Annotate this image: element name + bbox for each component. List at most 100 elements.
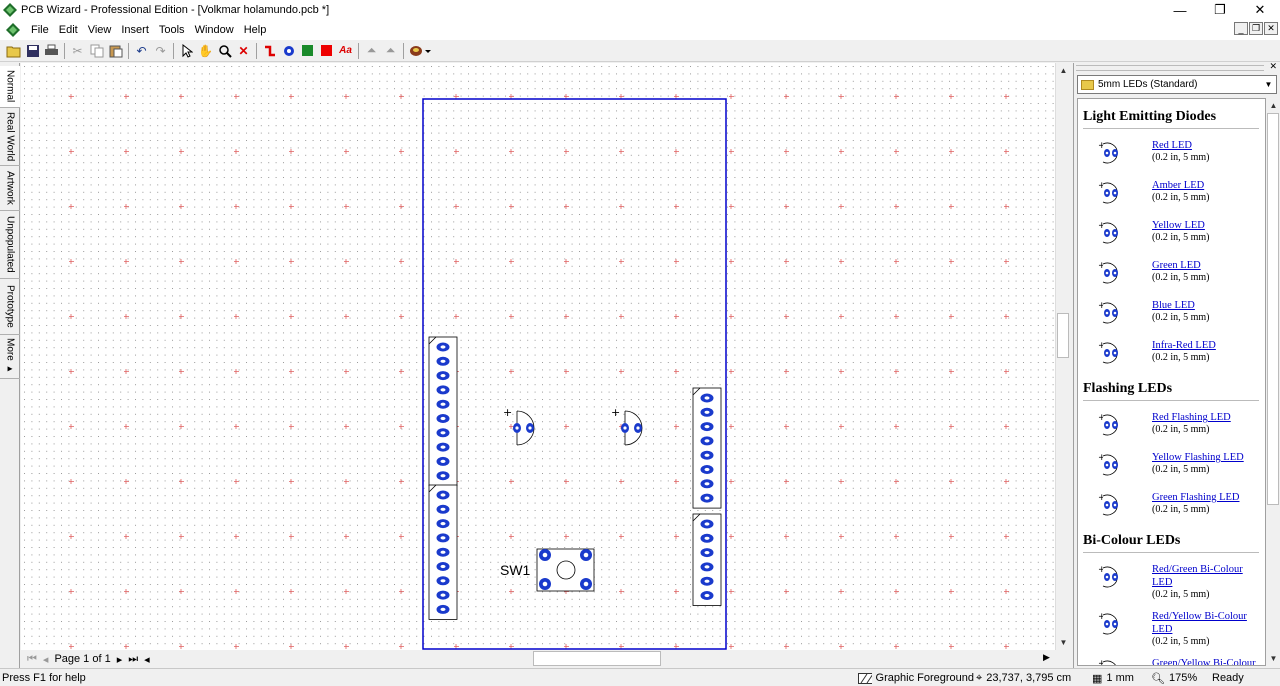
- part-item[interactable]: + Red/Yellow Bi-Colour LED (0.2 in, 5 mm): [1078, 606, 1265, 647]
- header-connector[interactable]: [692, 387, 722, 509]
- menu-window[interactable]: Window: [190, 24, 239, 36]
- save-icon[interactable]: [23, 42, 42, 60]
- scroll-up-icon[interactable]: ▲: [1266, 98, 1280, 113]
- hand-icon[interactable]: ✋: [196, 42, 215, 60]
- part-item[interactable]: + Red LED (0.2 in, 5 mm): [1078, 135, 1265, 175]
- part-link[interactable]: Red Flashing LED: [1152, 411, 1262, 424]
- close-button[interactable]: ✕: [1240, 0, 1280, 20]
- parts-list-scrollbar[interactable]: ▲ ▼: [1266, 98, 1280, 666]
- prev-page-icon[interactable]: ◂: [43, 653, 49, 666]
- led-part-icon[interactable]: +: [1098, 220, 1122, 249]
- header-connector[interactable]: [428, 484, 458, 620]
- menu-view[interactable]: View: [83, 24, 117, 36]
- red-rect-icon[interactable]: [317, 42, 336, 60]
- delete-icon[interactable]: ✕: [234, 42, 253, 60]
- scroll-right-icon[interactable]: ▶: [1043, 652, 1050, 663]
- tab-real-world[interactable]: Real World: [0, 108, 20, 166]
- rotate-icon[interactable]: ⏶: [381, 42, 400, 60]
- library-select[interactable]: 5mm LEDs (Standard) ▼: [1077, 75, 1277, 94]
- part-item[interactable]: + Yellow LED (0.2 in, 5 mm): [1078, 215, 1265, 255]
- menu-file[interactable]: File: [26, 24, 54, 36]
- scroll-down-icon[interactable]: ▼: [1266, 651, 1280, 666]
- part-item[interactable]: + Green/Yellow Bi-Colour: [1078, 653, 1265, 665]
- copy-icon[interactable]: [87, 42, 106, 60]
- menu-insert[interactable]: Insert: [116, 24, 154, 36]
- last-page-icon[interactable]: ⏭: [128, 653, 138, 666]
- zoom-icon[interactable]: [215, 42, 234, 60]
- scroll-down-icon[interactable]: ▼: [1056, 635, 1071, 650]
- undo-icon[interactable]: ↶: [132, 42, 151, 60]
- part-link[interactable]: Amber LED: [1152, 179, 1262, 192]
- minimize-button[interactable]: —: [1160, 0, 1200, 20]
- part-link[interactable]: Infra-Red LED: [1152, 339, 1262, 352]
- canvas-vertical-scrollbar[interactable]: ▲ ▼: [1055, 63, 1070, 650]
- menu-edit[interactable]: Edit: [54, 24, 83, 36]
- part-item[interactable]: + Red/Green Bi-Colour LED (0.2 in, 5 mm): [1078, 559, 1265, 600]
- led-part-icon[interactable]: +: [1098, 340, 1122, 369]
- parts-icon[interactable]: [407, 42, 433, 60]
- pad-icon[interactable]: [279, 42, 298, 60]
- led-part-icon[interactable]: +: [1098, 180, 1122, 209]
- print-icon[interactable]: [42, 42, 61, 60]
- led-part-icon[interactable]: +: [1098, 300, 1122, 329]
- part-link[interactable]: Yellow LED: [1152, 219, 1262, 232]
- switch-sw1[interactable]: [536, 548, 595, 592]
- part-link[interactable]: Red/Yellow Bi-Colour LED: [1152, 610, 1262, 636]
- led-part-icon[interactable]: +: [1098, 452, 1122, 481]
- part-link[interactable]: Yellow Flashing LED: [1152, 451, 1262, 464]
- menu-help[interactable]: Help: [239, 24, 272, 36]
- part-item[interactable]: + Green LED (0.2 in, 5 mm): [1078, 255, 1265, 295]
- tab-prototype[interactable]: Prototype: [0, 279, 20, 335]
- led-part-icon[interactable]: +: [1098, 140, 1122, 169]
- select-icon[interactable]: [177, 42, 196, 60]
- led-part-icon[interactable]: +: [1098, 658, 1122, 665]
- menu-tools[interactable]: Tools: [154, 24, 190, 36]
- led-part-icon[interactable]: +: [1098, 492, 1122, 521]
- track-icon[interactable]: [260, 42, 279, 60]
- scroll-up-icon[interactable]: ▲: [1056, 63, 1071, 78]
- open-icon[interactable]: [4, 42, 23, 60]
- pcb-canvas[interactable]: + + SW1: [21, 63, 1055, 650]
- scroll-thumb[interactable]: [1267, 113, 1279, 505]
- part-item[interactable]: + Yellow Flashing LED (0.2 in, 5 mm): [1078, 447, 1265, 487]
- flip-icon[interactable]: ⏶: [362, 42, 381, 60]
- part-link[interactable]: Red LED: [1152, 139, 1262, 152]
- part-link[interactable]: Green/Yellow Bi-Colour: [1152, 657, 1262, 665]
- header-connector[interactable]: [692, 513, 722, 606]
- mdi-minimize-button[interactable]: _: [1234, 22, 1248, 35]
- redo-icon[interactable]: ↷: [151, 42, 170, 60]
- mdi-restore-button[interactable]: ❐: [1249, 22, 1263, 35]
- part-link[interactable]: Blue LED: [1152, 299, 1262, 312]
- document-icon[interactable]: [6, 23, 20, 37]
- tab-unpopulated[interactable]: Unpopulated: [0, 211, 20, 279]
- part-item[interactable]: + Infra-Red LED (0.2 in, 5 mm): [1078, 335, 1265, 375]
- part-link[interactable]: Green Flashing LED: [1152, 491, 1262, 504]
- part-item[interactable]: + Amber LED (0.2 in, 5 mm): [1078, 175, 1265, 215]
- tab-normal[interactable]: Normal: [0, 66, 20, 108]
- horizontal-scroll-thumb[interactable]: [533, 651, 661, 666]
- part-item[interactable]: + Green Flashing LED (0.2 in, 5 mm): [1078, 487, 1265, 527]
- tab-more[interactable]: More ▸: [0, 335, 20, 379]
- cut-icon[interactable]: ✂: [68, 42, 87, 60]
- part-item[interactable]: + Red Flashing LED (0.2 in, 5 mm): [1078, 407, 1265, 447]
- part-link[interactable]: Green LED: [1152, 259, 1262, 272]
- mdi-close-button[interactable]: ✕: [1264, 22, 1278, 35]
- led-part-icon[interactable]: +: [1098, 611, 1122, 640]
- led-part-icon[interactable]: +: [1098, 260, 1122, 289]
- part-item[interactable]: + Blue LED (0.2 in, 5 mm): [1078, 295, 1265, 335]
- part-link[interactable]: Red/Green Bi-Colour LED: [1152, 563, 1262, 589]
- panel-close-icon[interactable]: ✕: [1269, 61, 1277, 72]
- first-page-icon[interactable]: ⏮: [27, 653, 37, 666]
- tab-artwork[interactable]: Artwork: [0, 166, 20, 211]
- panel-grip[interactable]: [1076, 65, 1264, 71]
- header-connector[interactable]: [428, 336, 458, 487]
- next-page-icon[interactable]: ▸: [117, 653, 123, 666]
- restore-button[interactable]: ❐: [1200, 0, 1240, 20]
- scroll-left-icon[interactable]: ◂: [144, 653, 150, 666]
- chevron-down-icon[interactable]: ▼: [1261, 76, 1276, 93]
- led-part-icon[interactable]: +: [1098, 564, 1122, 593]
- green-rect-icon[interactable]: [298, 42, 317, 60]
- led-part-icon[interactable]: +: [1098, 412, 1122, 441]
- text-icon[interactable]: Aa: [336, 42, 355, 60]
- scroll-thumb[interactable]: [1057, 313, 1069, 358]
